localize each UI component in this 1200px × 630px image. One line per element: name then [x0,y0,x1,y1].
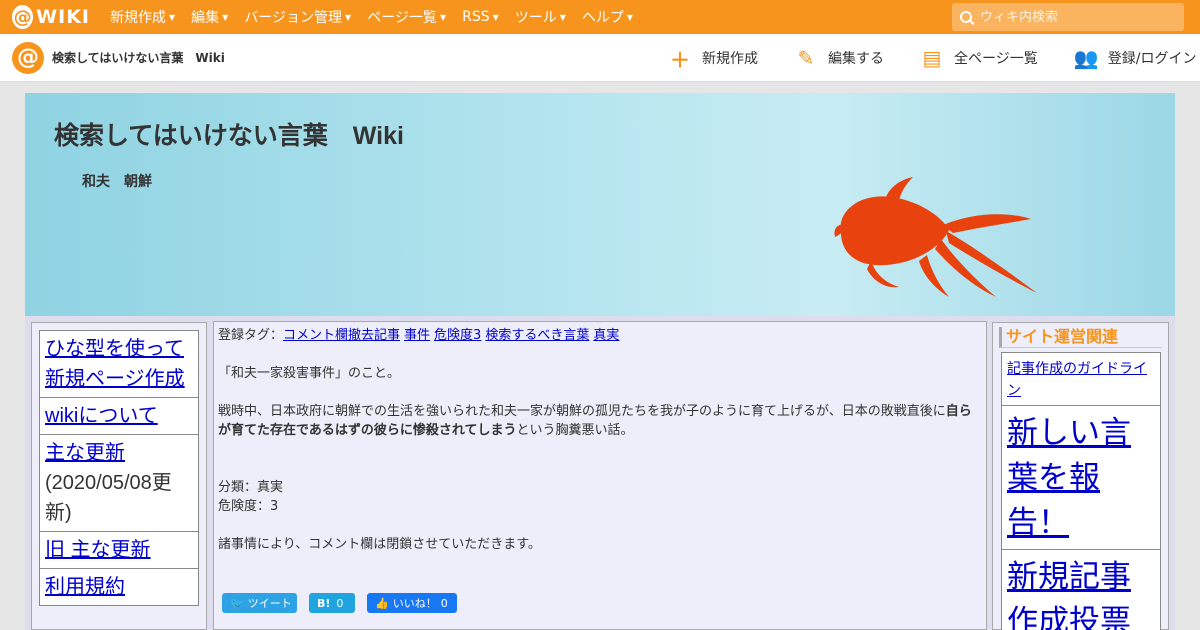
top-menu-page-list[interactable]: ページ一覧 ▼ [367,7,446,27]
caret-down-icon: ▼ [169,12,176,22]
banner-subtitle: 和夫 朝鮮 [82,174,152,190]
user-add-icon: 👥 [1073,46,1099,70]
top-menu-help[interactable]: ヘルプ ▼ [582,7,633,27]
left-nav-template-link[interactable]: ひな型を使って新規ページ作成 [45,338,185,390]
thumbs-up-icon: 👍 [375,596,389,610]
site-logo-icon[interactable]: @ [12,41,44,74]
site-title[interactable]: 検索してはいけない言葉 Wiki [52,49,225,66]
wiki-search-input[interactable] [980,9,1170,25]
right-sidebar-heading: サイト運営関連 [999,327,1162,348]
create-page-label: 新規作成 [702,51,758,67]
tweet-button[interactable]: 🐦 ツイート [222,593,297,613]
hatena-label: B! [317,596,331,610]
article-body-text: 戦時中、日本政府に朝鮮での生活を強いられた和夫一家が朝鮮の孤児たちを我が子のよう… [218,404,946,419]
caret-down-icon: ▼ [559,12,566,22]
right-nav-item: 新規記事作成投票 [1001,549,1161,630]
top-menu-tools[interactable]: ツール ▼ [515,7,566,27]
edit-page-label: 編集する [828,51,884,67]
caret-down-icon: ▼ [439,12,447,22]
facebook-like-button[interactable]: 👍 いいね！ 0 [367,593,457,613]
article-danger-level: 危険度：3 [218,499,279,514]
like-count: 0 [440,596,448,610]
tag-link[interactable]: 危険度3 [434,328,481,343]
all-pages-label: 全ページ一覧 [954,51,1038,67]
left-nav-item: 旧 主な更新 [39,531,199,569]
top-menu-edit-label: 編集 [191,10,220,26]
left-nav-item: 主な更新 (2020/05/08更新) [39,434,199,532]
right-nav-item: 記事作成のガイドライン [1001,352,1161,406]
article-body: 戦時中、日本政府に朝鮮での生活を強いられた和夫一家が朝鮮の孤児たちを我が子のよう… [218,402,982,440]
new-article-vote-link[interactable]: 新規記事作成投票 [1007,559,1131,630]
top-menu-edit[interactable]: 編集 ▼ [191,7,228,27]
search-icon [960,11,972,23]
top-menu-version[interactable]: バージョン管理 ▼ [244,7,351,27]
left-nav-terms-link[interactable]: 利用規約 [45,576,125,598]
all-pages-button[interactable]: ▤ 全ページ一覧 [920,46,1038,70]
banner-title[interactable]: 検索してはいけない言葉 Wiki [54,116,404,152]
tweet-label: ツイート [247,596,292,610]
left-nav-old-updates-link[interactable]: 旧 主な更新 [45,539,151,561]
atwiki-logo-text: WIKI [36,6,90,28]
login-button[interactable]: 👥 登録/ログイン [1074,46,1197,70]
caret-down-icon: ▼ [492,12,499,22]
site-banner: 検索してはいけない言葉 Wiki 和夫 朝鮮 [25,93,1175,316]
right-nav-menu: 記事作成のガイドライン 新しい言葉を報告！ 新規記事作成投票 [1001,352,1161,630]
at-logo-icon: @ [12,5,34,29]
guideline-link[interactable]: 記事作成のガイドライン [1007,360,1147,398]
article-intro: 「和夫一家殺害事件」のこと。 [218,366,401,381]
main-article: 登録タグ：コメント欄撤去記事 事件 危険度3 検索するべき言葉 真実 「和夫一家殺害事件… [213,321,987,630]
login-label: 登録/ログイン [1107,51,1197,67]
report-word-link[interactable]: 新しい言葉を報告！ [1007,415,1131,540]
top-bar: @ WIKI 新規作成 ▼ 編集 ▼ バージョン管理 ▼ ページ一覧 ▼ RSS ▼ ツー… [0,0,1200,34]
create-page-button[interactable]: ＋ 新規作成 [668,44,758,73]
top-menu-create-label: 新規作成 [110,10,166,26]
caret-down-icon: ▼ [222,12,229,22]
top-menu-create[interactable]: 新規作成 ▼ [110,7,175,27]
tags-label: 登録タグ： [218,328,284,343]
tag-link[interactable]: コメント欄撤去記事 [283,328,400,343]
twitter-bird-icon: 🐦 [230,596,244,610]
tag-link[interactable]: 真実 [593,328,619,343]
hatena-bookmark-button[interactable]: B! 0 [309,593,355,613]
article-category: 分類：真実 [218,480,284,495]
site-actions: ＋ 新規作成 ✎ 編集する ▤ 全ページ一覧 👥 登録/ログイン [668,34,1196,82]
top-menu-page-list-label: ページ一覧 [367,10,437,26]
site-header-bar: @ 検索してはいけない言葉 Wiki ＋ 新規作成 ✎ 編集する ▤ 全ページ一… [0,34,1200,82]
top-menu-help-label: ヘルプ [581,10,624,26]
plus-icon: ＋ [670,47,690,72]
top-menu-rss-label: RSS [462,9,490,25]
caret-down-icon: ▼ [345,12,352,22]
left-nav-item: ひな型を使って新規ページ作成 [39,330,199,398]
wiki-search-box [952,3,1184,31]
top-menu-version-label: バージョン管理 [244,10,343,26]
article-notice: 諸事情により、コメント欄は閉鎖させていただきます。 [218,537,541,552]
left-nav-update-date: (2020/05/08更新) [45,472,172,524]
page-list-icon: ▤ [922,46,942,70]
hatena-count: 0 [336,596,344,610]
tag-link[interactable]: 事件 [404,328,430,343]
article-body-tail: という胸糞悪い話。 [516,423,634,438]
edit-page-button[interactable]: ✎ 編集する [794,46,884,70]
goldfish-image [834,177,1037,297]
left-nav-about-link[interactable]: wikiについて [45,405,158,427]
left-nav-item: wikiについて [39,397,199,435]
left-nav-item: 利用規約 [39,568,199,606]
top-menu-tools-label: ツール [514,10,557,26]
pencil-icon: ✎ [797,46,815,70]
left-nav-menu: ひな型を使って新規ページ作成 wikiについて 主な更新 (2020/05/08更… [39,330,199,606]
right-nav-item: 新しい言葉を報告！ [1001,405,1161,550]
top-menu: 新規作成 ▼ 編集 ▼ バージョン管理 ▼ ページ一覧 ▼ RSS ▼ ツール ▼ ヘルプ ▼ [110,7,649,27]
tag-link[interactable]: 検索するべき言葉 [485,328,589,343]
top-menu-rss[interactable]: RSS ▼ [462,7,499,27]
left-nav-updates-link[interactable]: 主な更新 [45,442,125,464]
atwiki-logo[interactable]: @ WIKI [12,4,90,30]
caret-down-icon: ▼ [626,12,634,22]
tag-list: 登録タグ：コメント欄撤去記事 事件 危険度3 検索するべき言葉 真実 [218,326,982,345]
like-label: いいね！ [392,596,437,610]
share-buttons: 🐦 ツイート B! 0 👍 いいね！ 0 [222,593,469,613]
